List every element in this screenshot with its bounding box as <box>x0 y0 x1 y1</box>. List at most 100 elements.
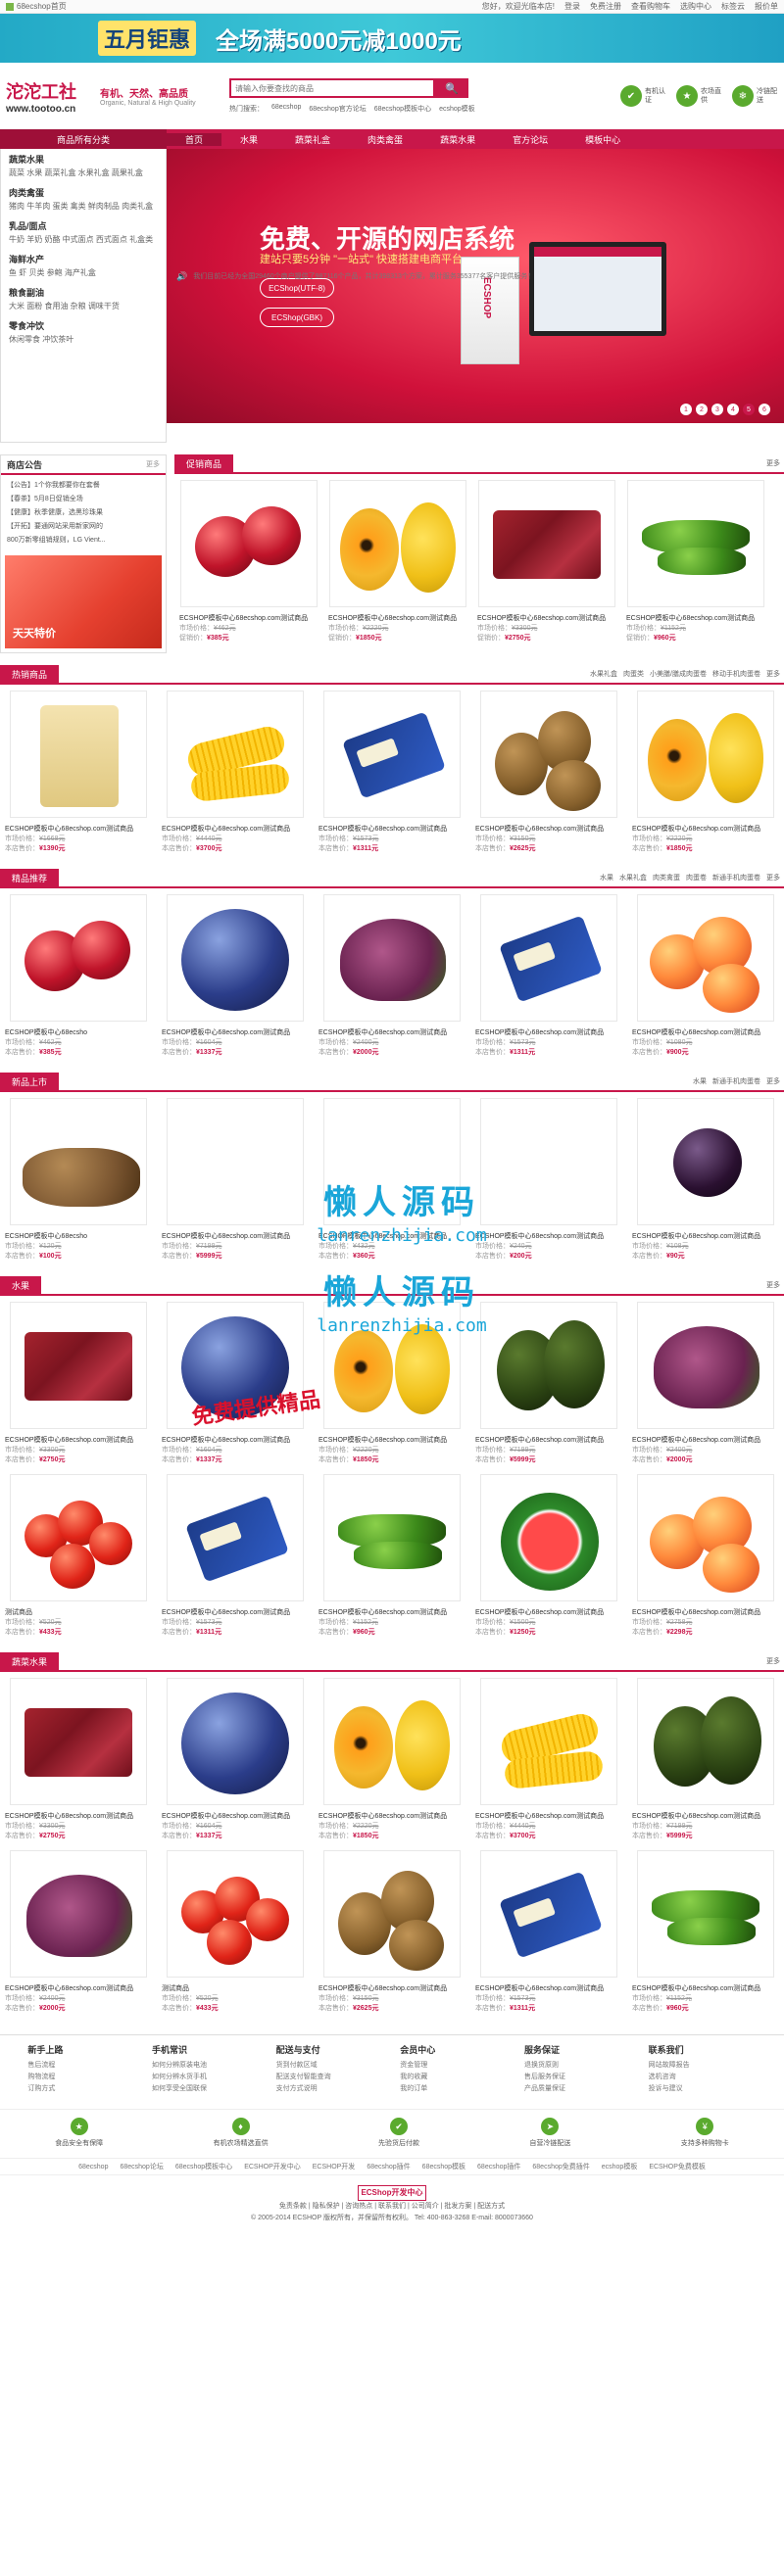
section-title[interactable]: 水果 <box>0 1276 42 1294</box>
product-image[interactable] <box>480 1678 617 1805</box>
product-name[interactable]: ECSHOP模板中心68ecshop.com测试商品 <box>5 1811 152 1821</box>
product-image[interactable] <box>10 691 147 818</box>
product-image[interactable] <box>637 1474 774 1601</box>
product-image[interactable] <box>167 1678 304 1805</box>
product-card[interactable]: ECSHOP模板中心68ecshop.com测试商品 市场价格：¥1604元 本店售… <box>157 1296 314 1468</box>
all-categories-header[interactable]: 商品所有分类 <box>0 129 167 149</box>
notice-item[interactable]: 【公告】1个你我都要你在套餐 <box>7 479 160 493</box>
section-title[interactable]: 蔬菜水果 <box>0 1652 60 1670</box>
product-card[interactable]: ECSHOP模板中心68ecshop.com测试商品 市场价格：¥2220元 本店售… <box>627 685 784 857</box>
top-link[interactable]: 选购中心 <box>680 1 711 12</box>
product-image[interactable] <box>323 1678 461 1805</box>
product-name[interactable]: ECSHOP模板中心68ecshop.com测试商品 <box>162 1027 309 1037</box>
download-gbk-button[interactable]: ECShop(GBK) <box>260 308 334 327</box>
product-card[interactable]: ECSHOP模板中心68ecshop.com测试商品 市场价格：¥2220元 本店售… <box>314 1296 470 1468</box>
friend-link[interactable]: 68ecshop模板 <box>422 2162 466 2171</box>
product-name[interactable]: ECSHOP模板中心68ecshop.com测试商品 <box>318 1607 466 1617</box>
product-name[interactable]: ECSHOP模板中心68ecshop.com测试商品 <box>162 1435 309 1445</box>
product-card[interactable]: ECSHOP模板中心68ecshop.com测试商品 市场价格：¥2400元 本店售… <box>314 888 470 1061</box>
product-image[interactable] <box>480 894 617 1022</box>
footer-link[interactable]: 产品质量保证 <box>524 2083 632 2095</box>
slider-dot[interactable]: 5 <box>743 404 755 415</box>
product-image[interactable] <box>323 1302 461 1429</box>
top-link[interactable]: 标签云 <box>721 1 745 12</box>
sidebar-group-title[interactable]: 蔬菜水果 <box>9 153 158 166</box>
product-name[interactable]: ECSHOP模板中心68ecshop.com测试商品 <box>318 1811 466 1821</box>
notice-promo-image[interactable]: 天天特价 <box>5 555 162 648</box>
section-link[interactable]: 小美膳/膳成肉蛋卷 <box>650 669 707 679</box>
product-card[interactable]: ECSHOP模板中心68ecshop.com测试商品 市场价格：¥108元 本店售价… <box>627 1092 784 1264</box>
product-image[interactable] <box>323 1098 461 1225</box>
section-link[interactable]: 肉类禽蛋 <box>653 873 680 883</box>
friend-link[interactable]: 68ecshop免费插件 <box>532 2162 589 2171</box>
product-card[interactable]: ECSHOP模板中心68ecshop.com测试商品 市场价格：¥1604元 本店售… <box>157 1672 314 1844</box>
product-name[interactable]: ECSHOP模板中心68ecsho <box>5 1231 152 1241</box>
footer-link[interactable]: 投诉与建议 <box>649 2083 757 2095</box>
product-image[interactable] <box>637 1098 774 1225</box>
sidebar-group-items[interactable]: 牛奶 羊奶 奶酪 中式面点 西式面点 礼盒类 <box>9 234 158 245</box>
product-name[interactable]: ECSHOP模板中心68ecshop.com测试商品 <box>632 824 779 834</box>
product-card[interactable]: ECSHOP模板中心68ecshop.com测试商品 市场价格：¥240元 本店售价… <box>470 1092 627 1264</box>
product-card[interactable]: ECSHOP模板中心68ecshop.com测试商品 市场价格：¥1152元 本店售… <box>314 1468 470 1641</box>
footer-link[interactable]: 购物流程 <box>27 2072 135 2083</box>
notice-item[interactable]: 800万新零组销规则，LG Vient... <box>7 534 160 548</box>
section-link[interactable]: 水果 <box>600 873 613 883</box>
product-image[interactable] <box>167 1850 304 1978</box>
footer-link[interactable]: 货到付款区域 <box>276 2060 384 2072</box>
product-name[interactable]: ECSHOP模板中心68ecshop.com测试商品 <box>632 1027 779 1037</box>
friend-link[interactable]: ECSHOP免费模板 <box>649 2162 706 2171</box>
footer-link[interactable]: 如何享受全国联保 <box>152 2083 260 2095</box>
product-card[interactable]: ECSHOP模板中心68ecsho 市场价格：¥120元 本店售价：¥100元 <box>0 1092 157 1264</box>
product-name[interactable]: ECSHOP模板中心68ecshop.com测试商品 <box>475 1027 622 1037</box>
notice-item[interactable]: 【健康】秋季健康，选黑珍珠果 <box>7 506 160 520</box>
more-link[interactable]: 更多 <box>766 1656 780 1666</box>
product-name[interactable]: ECSHOP模板中心68ecshop.com测试商品 <box>632 1811 779 1821</box>
sidebar-group-items[interactable]: 大米 面粉 食用油 杂粮 调味干货 <box>9 301 158 311</box>
section-link[interactable]: 新通手机肉蛋卷 <box>712 1076 760 1086</box>
product-image[interactable] <box>637 691 774 818</box>
product-card[interactable]: ECSHOP模板中心68ecshop.com测试商品 市场价格：¥432元 本店售价… <box>314 1092 470 1264</box>
product-name[interactable]: ECSHOP模板中心68ecshop.com测试商品 <box>475 1607 622 1617</box>
product-card[interactable]: ECSHOP模板中心68ecshop.com测试商品 市场价格：¥3300元 促销价… <box>472 474 621 646</box>
section-title[interactable]: 热销商品 <box>0 665 60 683</box>
footer-link[interactable]: 配送支付智能查询 <box>276 2072 384 2083</box>
product-image[interactable] <box>480 1850 617 1978</box>
product-image[interactable] <box>323 1474 461 1601</box>
product-name[interactable]: ECSHOP模板中心68ecshop.com测试商品 <box>475 1435 622 1445</box>
sidebar-group-title[interactable]: 乳品/面点 <box>9 219 158 232</box>
product-card[interactable]: ECSHOP模板中心68ecshop.com测试商品 市场价格：¥1573元 本店售… <box>314 685 470 857</box>
product-name[interactable]: ECSHOP模板中心68ecshop.com测试商品 <box>162 1811 309 1821</box>
slider-dot[interactable]: 6 <box>759 404 770 415</box>
product-image[interactable] <box>10 1302 147 1429</box>
product-name[interactable]: ECSHOP模板中心68ecshop.com测试商品 <box>5 1983 152 1993</box>
hero-slider[interactable]: 免费、开源的网店系统 建站只要5分钟 "一站式" 快速搭建电商平台 ECShop… <box>167 149 784 423</box>
product-name[interactable]: ECSHOP模板中心68ecshop.com测试商品 <box>318 1983 466 1993</box>
sidebar-group-items[interactable]: 蔬菜 水果 蔬菜礼盒 水果礼盒 蔬果礼盒 <box>9 167 158 178</box>
product-image[interactable] <box>323 1850 461 1978</box>
product-name[interactable]: ECSHOP模板中心68ecshop.com测试商品 <box>162 1231 309 1241</box>
hot-search-link[interactable]: 68ecshop模板中心 <box>374 104 431 114</box>
product-card[interactable]: ECSHOP模板中心68ecshop.com测试商品 市场价格：¥3150元 本店售… <box>314 1844 470 2017</box>
product-name[interactable]: ECSHOP模板中心68ecshop.com测试商品 <box>475 1811 622 1821</box>
footer-nav[interactable]: 免责条款 | 隐私保护 | 咨询热点 | 联系我们 | 公司简介 | 批发方案 … <box>0 2201 784 2213</box>
sidebar-group-items[interactable]: 猪肉 牛羊肉 蛋类 禽类 鲜肉制品 肉类礼盒 <box>9 201 158 212</box>
product-card[interactable]: ECSHOP模板中心68ecshop.com测试商品 市场价格：¥4440元 本店售… <box>470 1672 627 1844</box>
sidebar-group-title[interactable]: 海鲜水产 <box>9 253 158 265</box>
product-card[interactable]: ECSHOP模板中心68ecshop.com测试商品 市场价格：¥1152元 促销价… <box>621 474 770 646</box>
sidebar-group-title[interactable]: 肉类禽蛋 <box>9 186 158 199</box>
friend-link[interactable]: ecshop模板 <box>602 2162 638 2171</box>
product-image[interactable] <box>323 691 461 818</box>
friend-link[interactable]: 68ecshop <box>78 2164 108 2171</box>
product-image[interactable] <box>637 1678 774 1805</box>
product-name[interactable]: ECSHOP模板中心68ecshop.com测试商品 <box>318 824 466 834</box>
product-name[interactable]: ECSHOP模板中心68ecshop.com测试商品 <box>475 1983 622 1993</box>
product-card[interactable]: ECSHOP模板中心68ecshop.com测试商品 市场价格：¥7199元 本店售… <box>157 1092 314 1264</box>
product-image[interactable] <box>323 894 461 1022</box>
product-name[interactable]: ECSHOP模板中心68ecshop.com测试商品 <box>162 1607 309 1617</box>
product-card[interactable]: 测试商品 市场价格：¥520元 本店售价：¥433元 <box>157 1844 314 2017</box>
search-button[interactable]: 🔍 <box>435 78 468 98</box>
notice-item[interactable]: 【开拓】要通网站采用新家网的 <box>7 520 160 534</box>
product-name[interactable]: ECSHOP模板中心68ecshop.com测试商品 <box>318 1435 466 1445</box>
friend-link[interactable]: ECSHOP开发 <box>313 2162 356 2171</box>
product-image[interactable] <box>480 1098 617 1225</box>
